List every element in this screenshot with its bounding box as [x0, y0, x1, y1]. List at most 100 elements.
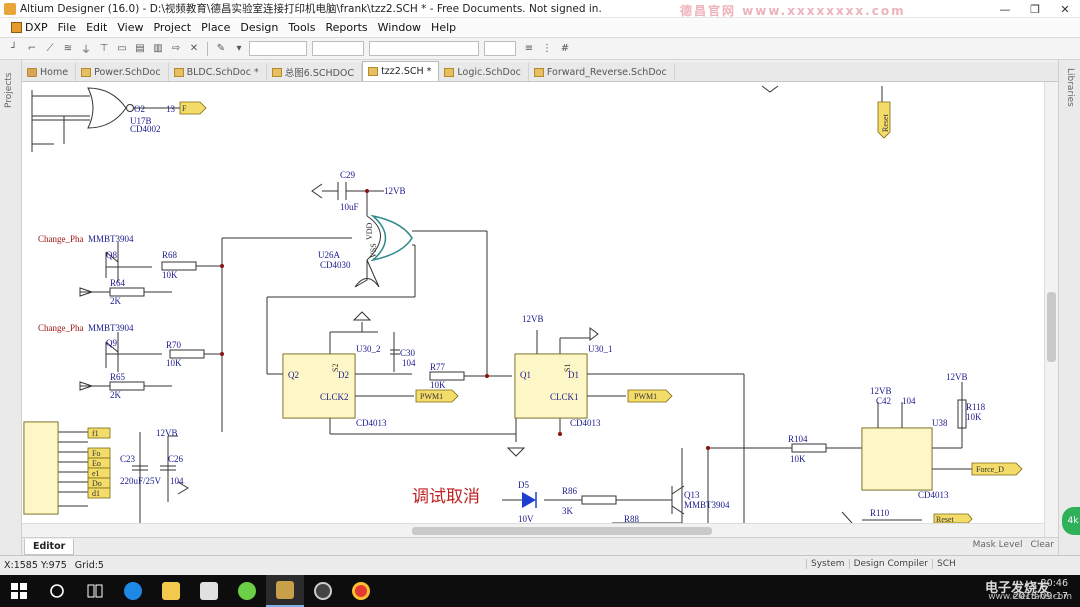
label-change-pha-1: Change_Pha — [38, 234, 84, 244]
port-icon[interactable]: ⇨ — [168, 41, 184, 57]
windows-logo-icon — [11, 583, 27, 599]
label-d5: D5 — [518, 480, 529, 490]
camera-app-button[interactable] — [304, 575, 342, 607]
menu-tools[interactable]: Tools — [283, 21, 320, 34]
green-app-button[interactable] — [228, 575, 266, 607]
home-icon — [27, 67, 37, 77]
close-button[interactable]: ✕ — [1050, 0, 1080, 18]
toolbar-combo-4[interactable] — [484, 41, 516, 56]
label-r86: R86 — [562, 486, 578, 496]
label-o2: O2 — [134, 104, 145, 114]
sheet-entry-icon[interactable]: ▥ — [150, 41, 166, 57]
power-port-icon[interactable]: ⏚ — [78, 41, 94, 57]
grid-toggle-icon[interactable]: # — [557, 41, 573, 57]
label-c29-val: 10uF — [340, 202, 359, 212]
label-u30-2: U30_2 — [356, 344, 381, 354]
toolbar-combo-3[interactable] — [369, 41, 479, 56]
junction-dot — [220, 352, 224, 356]
schematic-canvas[interactable]: U17B CD4002 O2 C29 10uF U26A CD4030 Q8 Q… — [22, 82, 1044, 537]
label-r77-val: 10K — [430, 380, 446, 390]
label-u38: U38 — [932, 418, 948, 428]
label-c26-val: 104 — [170, 476, 184, 486]
panel-sch-button[interactable]: SCH — [932, 559, 960, 569]
minimize-button[interactable]: — — [990, 0, 1020, 18]
label-c42: C42 — [876, 396, 891, 406]
menu-dxp[interactable]: DXP — [6, 21, 53, 34]
tab-bldc-schdoc[interactable]: BLDC.SchDoc * — [169, 63, 267, 81]
label-r118: R118 — [966, 402, 986, 412]
editor-tab-bar: Editor Mask Level Clear — [22, 537, 1058, 555]
menu-view[interactable]: View — [112, 21, 148, 34]
label-u30-1: U30_1 — [588, 344, 613, 354]
sheet-symbol-icon[interactable]: ▤ — [132, 41, 148, 57]
floating-badge[interactable]: 4k — [1062, 507, 1080, 535]
label-r77: R77 — [430, 362, 446, 372]
horizontal-scrollbar[interactable] — [22, 523, 1044, 537]
dropdown-arrow-icon[interactable]: ▾ — [231, 41, 247, 57]
menu-project[interactable]: Project — [148, 21, 196, 34]
vcc-port-icon[interactable]: ⊤ — [96, 41, 112, 57]
vertical-scrollbar[interactable] — [1044, 82, 1058, 537]
wire-icon[interactable]: ┘ — [6, 41, 22, 57]
libraries-panel-strip[interactable]: Libraries — [1058, 60, 1080, 555]
file-explorer-button[interactable] — [152, 575, 190, 607]
toolbar-combo-2[interactable] — [312, 41, 364, 56]
distribute-icon[interactable]: ⋮ — [539, 41, 555, 57]
schdoc-icon — [173, 67, 184, 77]
port-pwm1-a-text: PWM1 — [420, 392, 443, 401]
bus-icon[interactable]: ⌐ — [24, 41, 40, 57]
label-q13: Q13 — [684, 490, 700, 500]
panel-design-compiler-button[interactable]: Design Compiler — [848, 559, 932, 569]
task-view-button[interactable] — [76, 575, 114, 607]
menu-file[interactable]: File — [53, 21, 81, 34]
tab-logic-schdoc[interactable]: Logic.SchDoc — [439, 63, 529, 81]
vertical-scroll-thumb[interactable] — [1047, 292, 1056, 362]
folder-icon — [162, 582, 180, 600]
menu-design[interactable]: Design — [235, 21, 283, 34]
tab-editor[interactable]: Editor — [24, 538, 75, 555]
maximize-button[interactable]: ❐ — [1020, 0, 1050, 18]
grid-size: Grid:5 — [74, 560, 104, 571]
calculator-button[interactable] — [190, 575, 228, 607]
tab-power-schdoc[interactable]: Power.SchDoc — [76, 63, 169, 81]
label-cd4013-2: CD4013 — [570, 418, 601, 428]
tab-forward-reverse-schdoc[interactable]: Forward_Reverse.SchDoc — [529, 63, 675, 81]
menu-place[interactable]: Place — [196, 21, 235, 34]
altium-app-icon — [4, 2, 16, 15]
bus-entry-icon[interactable]: ⟋ — [42, 41, 58, 57]
projects-panel-strip[interactable]: Projects — [0, 60, 22, 555]
start-button[interactable] — [0, 575, 38, 607]
horizontal-scroll-thumb[interactable] — [412, 527, 712, 535]
mask-level-button[interactable]: Mask Level — [973, 540, 1023, 550]
label-12vb-1: 12VB — [384, 186, 406, 196]
tab-zongtu6-schdoc[interactable]: 总图6.SCHDOC — [267, 63, 363, 81]
tab-tzz2-sch[interactable]: tzz2.SCH * — [362, 61, 440, 81]
netlabel-icon[interactable]: ≋ — [60, 41, 76, 57]
menu-reports[interactable]: Reports — [320, 21, 372, 34]
menu-window[interactable]: Window — [373, 21, 426, 34]
pencil-icon[interactable]: ✎ — [213, 41, 229, 57]
label-d5-val: 10V — [518, 514, 534, 523]
menu-help[interactable]: Help — [426, 21, 461, 34]
align-icon[interactable]: ≡ — [521, 41, 537, 57]
chrome-button[interactable] — [342, 575, 380, 607]
altium-taskbar-button[interactable] — [266, 575, 304, 607]
pin-s1-text: S1 — [563, 364, 572, 372]
schdoc-icon — [444, 67, 455, 77]
edge-button[interactable] — [114, 575, 152, 607]
label-r118-val: 10K — [966, 412, 982, 422]
label-c30: C30 — [400, 348, 416, 358]
no-erc-icon[interactable]: ✕ — [186, 41, 202, 57]
clear-button[interactable]: Clear — [1030, 540, 1054, 550]
chrome-icon — [352, 582, 370, 600]
tab-home[interactable]: Home — [22, 63, 77, 81]
panel-system-button[interactable]: System — [806, 559, 849, 569]
nor-gate-symbol — [87, 87, 127, 129]
label-12vb-2: 12VB — [522, 314, 544, 324]
label-12vb-3: 12VB — [946, 372, 968, 382]
toolbar-combo-1[interactable] — [249, 41, 307, 56]
label-cd4030: CD4030 — [320, 260, 351, 270]
search-button[interactable] — [38, 575, 76, 607]
menu-edit[interactable]: Edit — [81, 21, 112, 34]
part-icon[interactable]: ▭ — [114, 41, 130, 57]
